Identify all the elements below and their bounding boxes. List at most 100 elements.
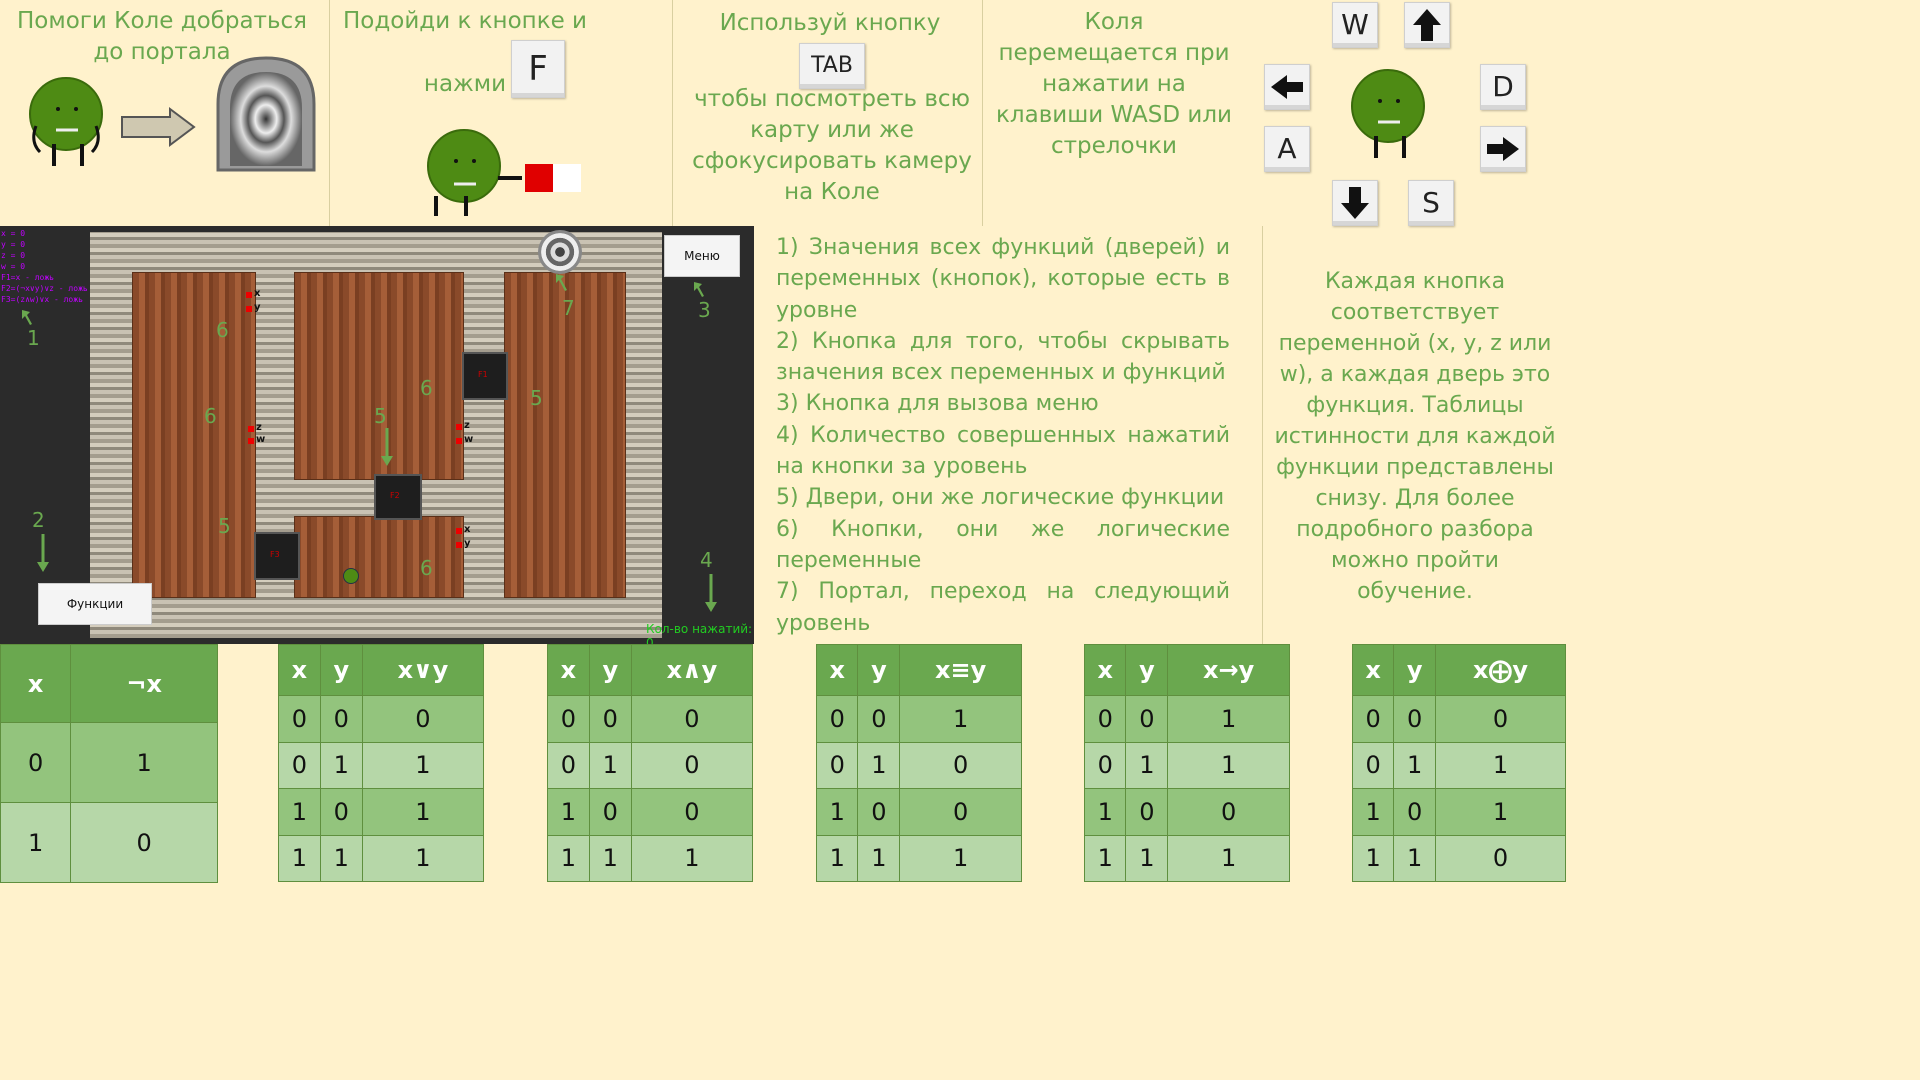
tt-cell: 0 <box>815 695 859 743</box>
tt-cell: 0 <box>630 788 754 836</box>
tt-cell: 1 <box>1125 741 1169 789</box>
key-left-arrow <box>1264 64 1310 110</box>
var-label-w-1: w <box>256 434 266 445</box>
tt-cell: 0 <box>815 741 859 789</box>
callout-5c: 5 <box>218 514 231 538</box>
button-y-1 <box>246 306 252 312</box>
door-f1: F1 <box>462 352 508 400</box>
tt-cell: 1 <box>547 788 590 836</box>
tt-cell: 1 <box>815 788 859 836</box>
callout-5a: 5 <box>530 386 543 410</box>
functions-button[interactable]: Функции <box>38 583 152 625</box>
tt-header: x <box>547 644 590 696</box>
tt-cell: 0 <box>1083 695 1127 743</box>
tt-header: ¬x <box>70 644 218 723</box>
var-label-w-2: w <box>464 434 474 445</box>
tt-cell: 1 <box>1167 695 1290 743</box>
menu-button[interactable]: Меню <box>664 235 740 277</box>
tt-cell: 1 <box>278 788 321 836</box>
tt-cell: 0 <box>547 695 590 743</box>
tt-cell: 1 <box>547 834 590 882</box>
legend-item: 3) Кнопка для вызова меню <box>776 391 1099 417</box>
tt-cell: 1 <box>1435 741 1566 789</box>
button-z-2 <box>456 424 462 430</box>
tt-cell: 1 <box>1351 788 1395 836</box>
tt-cell: 0 <box>0 722 72 803</box>
tt-header: x≡y <box>899 644 1022 696</box>
right-arrow-key-icon <box>1487 137 1519 161</box>
tt-header: x∨y <box>361 644 485 696</box>
kolya-center-icon <box>1351 69 1425 158</box>
callout-7: 7 <box>562 296 575 320</box>
wood-room-2 <box>294 272 464 480</box>
tt-cell: 1 <box>1435 788 1566 836</box>
tt-cell: 1 <box>361 834 485 882</box>
instruction-press-label: нажми <box>423 71 507 97</box>
debug-line: F1=x - ложь <box>1 273 54 282</box>
truth-table-not: x ¬x 01 10 <box>0 644 218 883</box>
var-label-y-2: y <box>464 538 471 549</box>
right-arrow-icon <box>121 107 196 147</box>
press-counter: Кол-во нажатий: 0 <box>646 622 753 644</box>
tt-cell: 0 <box>547 741 590 789</box>
callout-6a: 6 <box>216 318 229 342</box>
tt-cell: 0 <box>1125 788 1169 836</box>
up-arrow-icon <box>1413 9 1441 41</box>
tt-header: x <box>815 644 859 696</box>
tt-cell: 0 <box>630 741 754 789</box>
debug-line: w = 0 <box>1 262 26 271</box>
legend-item: 4) Количество совершенных нажатий на кно… <box>776 422 1230 480</box>
legend-item: 6) Кнопки, они же логические переменные <box>776 516 1230 573</box>
key-f: F <box>511 40 565 98</box>
tt-header: x <box>0 644 72 723</box>
portal-icon <box>216 56 316 172</box>
debug-line: x = 0 <box>1 229 26 238</box>
tt-header: x <box>278 644 321 696</box>
button-w-2 <box>456 438 462 444</box>
tt-cell: 1 <box>1393 834 1437 882</box>
tt-cell: 1 <box>70 722 218 803</box>
tt-cell: 0 <box>630 695 754 743</box>
instruction-movement: Коля перемещается при нажатии на клавиши… <box>996 9 1232 159</box>
tt-cell: 1 <box>1167 741 1290 789</box>
tt-cell: 0 <box>1435 695 1566 743</box>
tt-cell: 1 <box>1083 788 1127 836</box>
legend-item: 2) Кнопка для того, чтобы скрывать значе… <box>776 328 1230 386</box>
instruction-tab: Используй кнопку <box>719 10 941 36</box>
debug-line: y = 0 <box>1 240 26 249</box>
truth-table-and: x y x∧y 000 010 100 111 <box>547 644 754 882</box>
tt-cell: 1 <box>361 741 485 789</box>
instruction-press-f: Подойди к кнопке и <box>343 8 587 34</box>
tt-cell: 0 <box>899 788 1022 836</box>
tt-cell: 1 <box>319 834 363 882</box>
tt-cell: 1 <box>0 802 72 883</box>
tt-cell: 1 <box>815 834 859 882</box>
tt-cell: 1 <box>899 834 1022 882</box>
key-w: W <box>1332 2 1378 48</box>
tt-cell: 0 <box>857 695 901 743</box>
legend-item: 1) Значения всех функций (дверей) и пере… <box>776 235 1230 323</box>
tt-cell: 0 <box>1393 695 1437 743</box>
tt-cell: 0 <box>588 695 632 743</box>
callout-arrow-1 <box>22 310 32 325</box>
tt-cell: 0 <box>1351 741 1395 789</box>
callout-3: 3 <box>698 298 711 322</box>
tt-cell: 1 <box>1167 834 1290 882</box>
tt-cell: 0 <box>1083 741 1127 789</box>
button-x-1 <box>246 292 252 298</box>
tt-cell: 0 <box>857 788 901 836</box>
player-kolya <box>343 568 359 584</box>
tt-cell: 1 <box>1083 834 1127 882</box>
truth-table-xor: x y x⨁y 000 011 101 110 <box>1351 644 1566 882</box>
tt-cell: 1 <box>1125 834 1169 882</box>
var-label-z-1: z <box>256 422 262 433</box>
down-arrow-icon <box>1341 187 1369 219</box>
tt-cell: 1 <box>1393 741 1437 789</box>
tt-header: y <box>857 644 901 696</box>
callout-arrow-5b <box>381 428 393 466</box>
debug-values: x = 0 y = 0 z = 0 w = 0 F1=x - ложь F2=(… <box>1 228 88 305</box>
button-y-2 <box>456 542 462 548</box>
wood-room-4 <box>294 516 464 598</box>
kolya-character-icon <box>29 77 103 166</box>
portal <box>538 230 582 274</box>
